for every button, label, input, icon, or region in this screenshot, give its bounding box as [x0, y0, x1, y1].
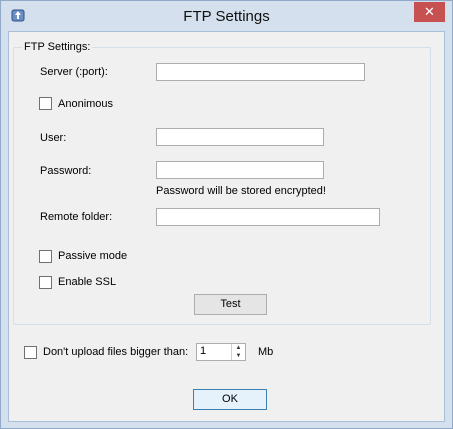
passive-mode-checkbox[interactable] — [39, 250, 52, 263]
server-input[interactable] — [156, 63, 365, 81]
spinner-buttons: ▲ ▼ — [231, 344, 245, 360]
size-unit-label: Mb — [258, 346, 274, 358]
title-bar: FTP Settings ✕ — [1, 1, 452, 31]
anonymous-checkbox[interactable] — [39, 97, 52, 110]
passive-mode-label: Passive mode — [58, 250, 128, 262]
ok-button[interactable]: OK — [193, 389, 267, 410]
group-title: FTP Settings: — [22, 41, 93, 53]
remote-folder-label: Remote folder: — [40, 211, 113, 223]
test-button[interactable]: Test — [194, 294, 267, 315]
password-label: Password: — [40, 165, 92, 177]
size-limit-checkbox[interactable] — [24, 346, 37, 359]
user-label: User: — [40, 132, 67, 144]
size-limit-value: 1 — [200, 345, 207, 357]
close-icon: ✕ — [424, 4, 435, 19]
enable-ssl-label: Enable SSL — [58, 276, 117, 288]
password-input[interactable] — [156, 161, 324, 179]
server-label: Server (:port): — [40, 66, 108, 78]
anonymous-label: Anonimous — [58, 98, 114, 110]
spin-up-icon[interactable]: ▲ — [232, 344, 245, 352]
enable-ssl-checkbox[interactable] — [39, 276, 52, 289]
close-button[interactable]: ✕ — [414, 2, 445, 22]
size-limit-label: Don't upload files bigger than: — [43, 346, 189, 358]
window-title: FTP Settings — [183, 8, 270, 25]
remote-folder-input[interactable] — [156, 208, 380, 226]
user-input[interactable] — [156, 128, 324, 146]
spin-down-icon[interactable]: ▼ — [232, 352, 245, 360]
password-note: Password will be stored encrypted! — [156, 185, 326, 197]
size-limit-spinner[interactable]: 1 ▲ ▼ — [196, 343, 246, 361]
